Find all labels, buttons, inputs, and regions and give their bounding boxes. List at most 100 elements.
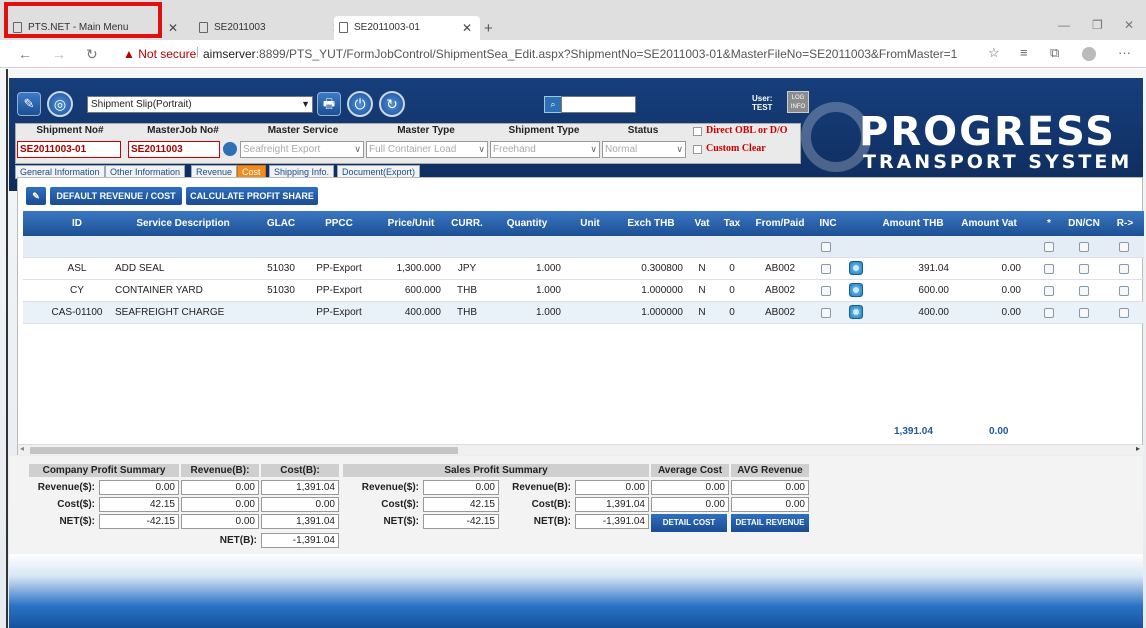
status-select[interactable]: Normal ∨: [602, 141, 686, 158]
column-header-unit[interactable]: Unit: [567, 211, 613, 236]
column-header-quantity[interactable]: Quantity: [487, 211, 567, 236]
inc-checkbox[interactable]: [821, 286, 831, 296]
column-header-id[interactable]: ID: [47, 211, 107, 236]
dncn-checkbox[interactable]: [1079, 264, 1089, 274]
r-checkbox[interactable]: [1119, 308, 1129, 318]
search-icon[interactable]: ⌕: [544, 96, 562, 113]
scrollbar-thumb[interactable]: [30, 447, 458, 454]
company-cost-b1-value[interactable]: 1,391.04: [261, 480, 339, 495]
browser-tab-se2011003[interactable]: SE2011003 ✕: [194, 16, 350, 40]
detail-cost-button[interactable]: DETAIL COST: [651, 514, 727, 532]
filter-r-checkbox[interactable]: [1119, 242, 1129, 252]
master-service-select[interactable]: Seafreight Export ∨: [240, 141, 364, 158]
column-header-star[interactable]: *: [1039, 211, 1059, 236]
detail-revenue-button[interactable]: DETAIL REVENUE: [731, 514, 809, 532]
close-icon[interactable]: ✕: [462, 16, 472, 40]
r-checkbox[interactable]: [1119, 286, 1129, 296]
collections-icon[interactable]: ⧉: [1050, 45, 1059, 61]
table-row[interactable]: CAS-01100 SEAFREIGHT CHARGE PP-Export 40…: [23, 302, 1144, 324]
not-secure-indicator[interactable]: ▲ Not secure: [123, 47, 196, 61]
more-menu-icon[interactable]: ···: [1118, 45, 1131, 60]
browser-tab-se2011003-01[interactable]: SE2011003-01 ✕: [334, 16, 480, 40]
sales-cost-s-value[interactable]: 42.15: [423, 497, 499, 512]
settings-gear-icon[interactable]: [849, 283, 863, 297]
star-checkbox[interactable]: [1044, 286, 1054, 296]
profile-avatar-icon[interactable]: [1082, 47, 1096, 61]
horizontal-scrollbar[interactable]: ◂ ▸: [18, 444, 1144, 455]
column-header-vat[interactable]: Vat: [689, 211, 715, 236]
company-net-s-value[interactable]: -42.15: [99, 514, 179, 529]
filter-dncn-checkbox[interactable]: [1079, 242, 1089, 252]
column-header-dn-cn[interactable]: DN/CN: [1063, 211, 1105, 236]
column-header-amount-thb[interactable]: Amount THB: [873, 211, 953, 236]
column-header-price-unit[interactable]: Price/Unit: [375, 211, 447, 236]
refresh-circle-button[interactable]: ◎: [47, 91, 73, 117]
company-cost-b-value[interactable]: 0.00: [181, 497, 259, 512]
dncn-checkbox[interactable]: [1079, 308, 1089, 318]
company-revenue-b-value[interactable]: 0.00: [181, 480, 259, 495]
default-revenue-cost-button[interactable]: DEFAULT REVENUE / COST: [50, 187, 182, 205]
masterjob-no-field[interactable]: SE2011003: [128, 141, 220, 158]
column-header-r[interactable]: R->: [1107, 211, 1143, 236]
scroll-right-icon[interactable]: ▸: [1136, 444, 1140, 453]
average-cost-1-value[interactable]: 0.00: [651, 480, 729, 495]
company-net-b2-value[interactable]: 1,391.04: [261, 514, 339, 529]
sales-revenue-b-value[interactable]: 0.00: [575, 480, 649, 495]
column-header-tax[interactable]: Tax: [715, 211, 749, 236]
column-header-amount-vat[interactable]: Amount Vat: [953, 211, 1025, 236]
avg-revenue-2-value[interactable]: 0.00: [731, 497, 809, 512]
filter-inc-checkbox[interactable]: [821, 242, 831, 252]
search-input[interactable]: [561, 96, 636, 113]
avg-revenue-1-value[interactable]: 0.00: [731, 480, 809, 495]
minimize-icon[interactable]: —: [1058, 18, 1070, 32]
star-checkbox[interactable]: [1044, 308, 1054, 318]
inc-checkbox[interactable]: [821, 308, 831, 318]
restore-icon[interactable]: ❐: [1092, 18, 1103, 32]
company-net-b-value[interactable]: 0.00: [181, 514, 259, 529]
back-arrow-icon[interactable]: ←: [18, 46, 32, 62]
edit-pencil-button[interactable]: ✎: [26, 187, 46, 205]
star-checkbox[interactable]: [1044, 264, 1054, 274]
close-icon[interactable]: ✕: [168, 16, 178, 40]
favorite-star-icon[interactable]: ☆: [988, 45, 1000, 61]
sales-net-s-value[interactable]: -42.15: [423, 514, 499, 529]
sales-net-b-value[interactable]: -1,391.04: [575, 514, 649, 529]
slip-select[interactable]: Shipment Slip(Portrait) ▼: [87, 96, 313, 113]
company-revenue-s-value[interactable]: 0.00: [99, 480, 179, 495]
company-cost-b2-value[interactable]: 0.00: [261, 497, 339, 512]
company-net-total-value[interactable]: -1,391.04: [261, 533, 339, 548]
edit-pencil-button[interactable]: ✎: [17, 92, 41, 116]
column-header-from-paid[interactable]: From/Paid: [749, 211, 811, 236]
column-header-inc[interactable]: INC: [811, 211, 845, 236]
company-cost-s-value[interactable]: 42.15: [99, 497, 179, 512]
table-row[interactable]: CY CONTAINER YARD 51030 PP-Export 600.00…: [23, 280, 1144, 302]
filter-star-checkbox[interactable]: [1044, 242, 1054, 252]
scroll-left-icon[interactable]: ◂: [20, 444, 24, 453]
column-header-curr[interactable]: CURR.: [447, 211, 487, 236]
settings-gear-icon[interactable]: [849, 261, 863, 275]
r-checkbox[interactable]: [1119, 264, 1129, 274]
dncn-checkbox[interactable]: [1079, 286, 1089, 296]
master-type-select[interactable]: Full Container Load ∨: [366, 141, 488, 158]
custom-clear-checkbox[interactable]: [693, 145, 702, 154]
column-header-exch-thb[interactable]: Exch THB: [613, 211, 689, 236]
calculate-profit-share-button[interactable]: CALCULATE PROFIT SHARE: [186, 187, 318, 205]
column-header-glac[interactable]: GLAC: [259, 211, 303, 236]
new-tab-button[interactable]: +: [484, 20, 493, 37]
refresh-icon[interactable]: ↻: [86, 46, 98, 63]
forward-arrow-icon[interactable]: →: [52, 46, 66, 62]
url-field[interactable]: aimserver:8899/PTS_YUT/FormJobControl/Sh…: [203, 47, 957, 61]
shipment-no-field[interactable]: SE2011003-01: [17, 141, 121, 158]
settings-gear-icon[interactable]: [849, 305, 863, 319]
power-button[interactable]: ⏻: [347, 91, 373, 117]
log-info-button[interactable]: LOG INFO: [787, 91, 809, 113]
average-cost-2-value[interactable]: 0.00: [651, 497, 729, 512]
masterjob-link-icon[interactable]: [223, 142, 237, 156]
refresh-button[interactable]: ↻: [379, 91, 405, 117]
close-window-icon[interactable]: ✕: [1124, 18, 1134, 32]
sales-cost-b-value[interactable]: 1,391.04: [575, 497, 649, 512]
direct-obl-checkbox[interactable]: [693, 127, 702, 136]
print-button[interactable]: 🖶: [317, 92, 341, 116]
column-header-service-description[interactable]: Service Description: [107, 211, 259, 236]
favorites-list-icon[interactable]: ≡: [1020, 45, 1028, 60]
